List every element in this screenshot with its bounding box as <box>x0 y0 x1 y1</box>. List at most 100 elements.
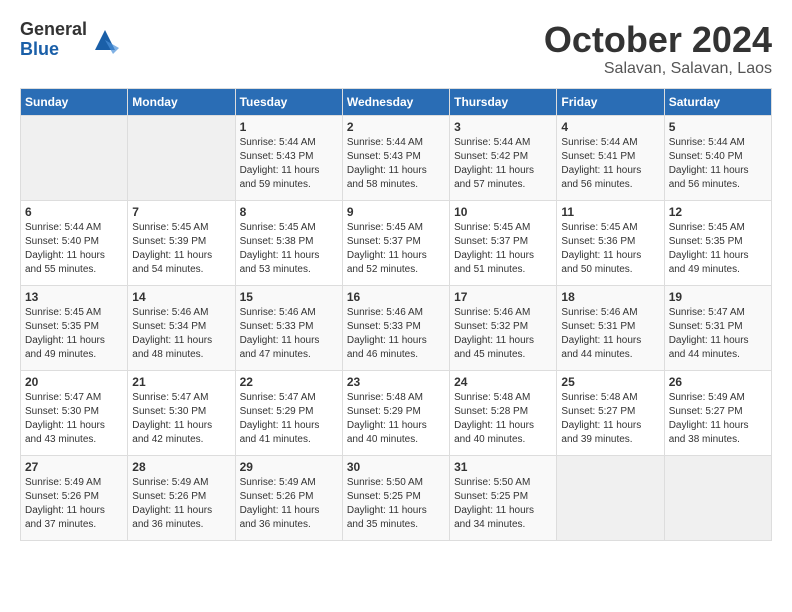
day-number: 2 <box>347 120 445 134</box>
day-cell: 19 Sunrise: 5:47 AM Sunset: 5:31 PM Dayli… <box>664 285 771 370</box>
day-number: 28 <box>132 460 230 474</box>
day-info: Sunrise: 5:44 AM Sunset: 5:40 PM Dayligh… <box>25 221 123 277</box>
day-info: Sunrise: 5:45 AM Sunset: 5:39 PM Dayligh… <box>132 221 230 277</box>
day-cell: 11 Sunrise: 5:45 AM Sunset: 5:36 PM Dayli… <box>557 200 664 285</box>
day-cell: 24Sunrise: 5:48 AM Sunset: 5:28 PM Dayli… <box>450 370 557 455</box>
day-cell: 12 Sunrise: 5:45 AM Sunset: 5:35 PM Dayli… <box>664 200 771 285</box>
day-cell: 26 Sunrise: 5:49 AM Sunset: 5:27 PM Dayli… <box>664 370 771 455</box>
day-number: 3 <box>454 120 552 134</box>
day-info: Sunrise: 5:44 AM Sunset: 5:41 PM Dayligh… <box>561 136 659 192</box>
day-cell <box>664 455 771 540</box>
day-number: 13 <box>25 290 123 304</box>
day-cell: 16Sunrise: 5:46 AM Sunset: 5:33 PM Dayli… <box>342 285 449 370</box>
logo-blue-text: Blue <box>20 40 87 60</box>
day-cell <box>21 115 128 200</box>
day-cell: 9Sunrise: 5:45 AM Sunset: 5:37 PM Daylig… <box>342 200 449 285</box>
day-info: Sunrise: 5:50 AM Sunset: 5:25 PM Dayligh… <box>347 476 445 532</box>
day-cell <box>128 115 235 200</box>
week-row-4: 20 Sunrise: 5:47 AM Sunset: 5:30 PM Dayli… <box>21 370 772 455</box>
day-number: 12 <box>669 205 767 219</box>
week-row-3: 13 Sunrise: 5:45 AM Sunset: 5:35 PM Dayli… <box>21 285 772 370</box>
day-cell: 8Sunrise: 5:45 AM Sunset: 5:38 PM Daylig… <box>235 200 342 285</box>
day-number: 30 <box>347 460 445 474</box>
day-number: 19 <box>669 290 767 304</box>
day-info: Sunrise: 5:47 AM Sunset: 5:31 PM Dayligh… <box>669 306 767 362</box>
day-info: Sunrise: 5:45 AM Sunset: 5:36 PM Dayligh… <box>561 221 659 277</box>
logo: General Blue <box>20 20 119 60</box>
day-info: Sunrise: 5:46 AM Sunset: 5:34 PM Dayligh… <box>132 306 230 362</box>
day-number: 5 <box>669 120 767 134</box>
day-number: 25 <box>561 375 659 389</box>
day-cell: 22 Sunrise: 5:47 AM Sunset: 5:29 PM Dayli… <box>235 370 342 455</box>
day-info: Sunrise: 5:46 AM Sunset: 5:33 PM Dayligh… <box>240 306 338 362</box>
day-cell: 10Sunrise: 5:45 AM Sunset: 5:37 PM Dayli… <box>450 200 557 285</box>
day-cell: 27Sunrise: 5:49 AM Sunset: 5:26 PM Dayli… <box>21 455 128 540</box>
header-cell-saturday: Saturday <box>664 88 771 115</box>
day-info: Sunrise: 5:49 AM Sunset: 5:27 PM Dayligh… <box>669 391 767 447</box>
day-cell: 25 Sunrise: 5:48 AM Sunset: 5:27 PM Dayli… <box>557 370 664 455</box>
day-number: 21 <box>132 375 230 389</box>
day-cell: 14 Sunrise: 5:46 AM Sunset: 5:34 PM Dayli… <box>128 285 235 370</box>
day-info: Sunrise: 5:44 AM Sunset: 5:42 PM Dayligh… <box>454 136 552 192</box>
day-info: Sunrise: 5:48 AM Sunset: 5:27 PM Dayligh… <box>561 391 659 447</box>
day-cell: 17 Sunrise: 5:46 AM Sunset: 5:32 PM Dayli… <box>450 285 557 370</box>
day-cell: 4 Sunrise: 5:44 AM Sunset: 5:41 PM Daylig… <box>557 115 664 200</box>
day-info: Sunrise: 5:44 AM Sunset: 5:43 PM Dayligh… <box>347 136 445 192</box>
header-cell-thursday: Thursday <box>450 88 557 115</box>
week-row-1: 1 Sunrise: 5:44 AM Sunset: 5:43 PM Daylig… <box>21 115 772 200</box>
day-cell: 30 Sunrise: 5:50 AM Sunset: 5:25 PM Dayli… <box>342 455 449 540</box>
day-cell: 6Sunrise: 5:44 AM Sunset: 5:40 PM Daylig… <box>21 200 128 285</box>
day-cell: 31 Sunrise: 5:50 AM Sunset: 5:25 PM Dayli… <box>450 455 557 540</box>
day-cell: 1 Sunrise: 5:44 AM Sunset: 5:43 PM Daylig… <box>235 115 342 200</box>
day-info: Sunrise: 5:48 AM Sunset: 5:29 PM Dayligh… <box>347 391 445 447</box>
week-row-2: 6Sunrise: 5:44 AM Sunset: 5:40 PM Daylig… <box>21 200 772 285</box>
day-number: 24 <box>454 375 552 389</box>
header-cell-sunday: Sunday <box>21 88 128 115</box>
day-cell: 28Sunrise: 5:49 AM Sunset: 5:26 PM Dayli… <box>128 455 235 540</box>
day-info: Sunrise: 5:49 AM Sunset: 5:26 PM Dayligh… <box>240 476 338 532</box>
day-info: Sunrise: 5:49 AM Sunset: 5:26 PM Dayligh… <box>25 476 123 532</box>
week-row-5: 27Sunrise: 5:49 AM Sunset: 5:26 PM Dayli… <box>21 455 772 540</box>
day-number: 29 <box>240 460 338 474</box>
day-number: 31 <box>454 460 552 474</box>
day-cell <box>557 455 664 540</box>
header-cell-tuesday: Tuesday <box>235 88 342 115</box>
day-info: Sunrise: 5:47 AM Sunset: 5:29 PM Dayligh… <box>240 391 338 447</box>
calendar-table: SundayMondayTuesdayWednesdayThursdayFrid… <box>20 88 772 541</box>
day-number: 20 <box>25 375 123 389</box>
header-cell-monday: Monday <box>128 88 235 115</box>
day-cell: 18Sunrise: 5:46 AM Sunset: 5:31 PM Dayli… <box>557 285 664 370</box>
day-number: 7 <box>132 205 230 219</box>
month-title: October 2024 <box>544 20 772 60</box>
day-info: Sunrise: 5:47 AM Sunset: 5:30 PM Dayligh… <box>25 391 123 447</box>
day-info: Sunrise: 5:46 AM Sunset: 5:32 PM Dayligh… <box>454 306 552 362</box>
day-number: 8 <box>240 205 338 219</box>
day-cell: 13 Sunrise: 5:45 AM Sunset: 5:35 PM Dayli… <box>21 285 128 370</box>
day-number: 26 <box>669 375 767 389</box>
day-info: Sunrise: 5:45 AM Sunset: 5:37 PM Dayligh… <box>347 221 445 277</box>
day-number: 14 <box>132 290 230 304</box>
day-number: 1 <box>240 120 338 134</box>
day-number: 15 <box>240 290 338 304</box>
day-info: Sunrise: 5:50 AM Sunset: 5:25 PM Dayligh… <box>454 476 552 532</box>
day-cell: 21 Sunrise: 5:47 AM Sunset: 5:30 PM Dayli… <box>128 370 235 455</box>
header-cell-wednesday: Wednesday <box>342 88 449 115</box>
day-info: Sunrise: 5:45 AM Sunset: 5:35 PM Dayligh… <box>669 221 767 277</box>
day-number: 4 <box>561 120 659 134</box>
day-info: Sunrise: 5:45 AM Sunset: 5:35 PM Dayligh… <box>25 306 123 362</box>
day-number: 10 <box>454 205 552 219</box>
day-info: Sunrise: 5:47 AM Sunset: 5:30 PM Dayligh… <box>132 391 230 447</box>
header-row: SundayMondayTuesdayWednesdayThursdayFrid… <box>21 88 772 115</box>
logo-icon <box>91 26 119 54</box>
title-block: October 2024 Salavan, Salavan, Laos <box>544 20 772 78</box>
day-info: Sunrise: 5:44 AM Sunset: 5:40 PM Dayligh… <box>669 136 767 192</box>
day-number: 17 <box>454 290 552 304</box>
day-cell: 7 Sunrise: 5:45 AM Sunset: 5:39 PM Daylig… <box>128 200 235 285</box>
day-number: 16 <box>347 290 445 304</box>
day-number: 22 <box>240 375 338 389</box>
day-number: 11 <box>561 205 659 219</box>
day-info: Sunrise: 5:46 AM Sunset: 5:31 PM Dayligh… <box>561 306 659 362</box>
day-cell: 15 Sunrise: 5:46 AM Sunset: 5:33 PM Dayli… <box>235 285 342 370</box>
day-cell: 3 Sunrise: 5:44 AM Sunset: 5:42 PM Daylig… <box>450 115 557 200</box>
day-info: Sunrise: 5:44 AM Sunset: 5:43 PM Dayligh… <box>240 136 338 192</box>
